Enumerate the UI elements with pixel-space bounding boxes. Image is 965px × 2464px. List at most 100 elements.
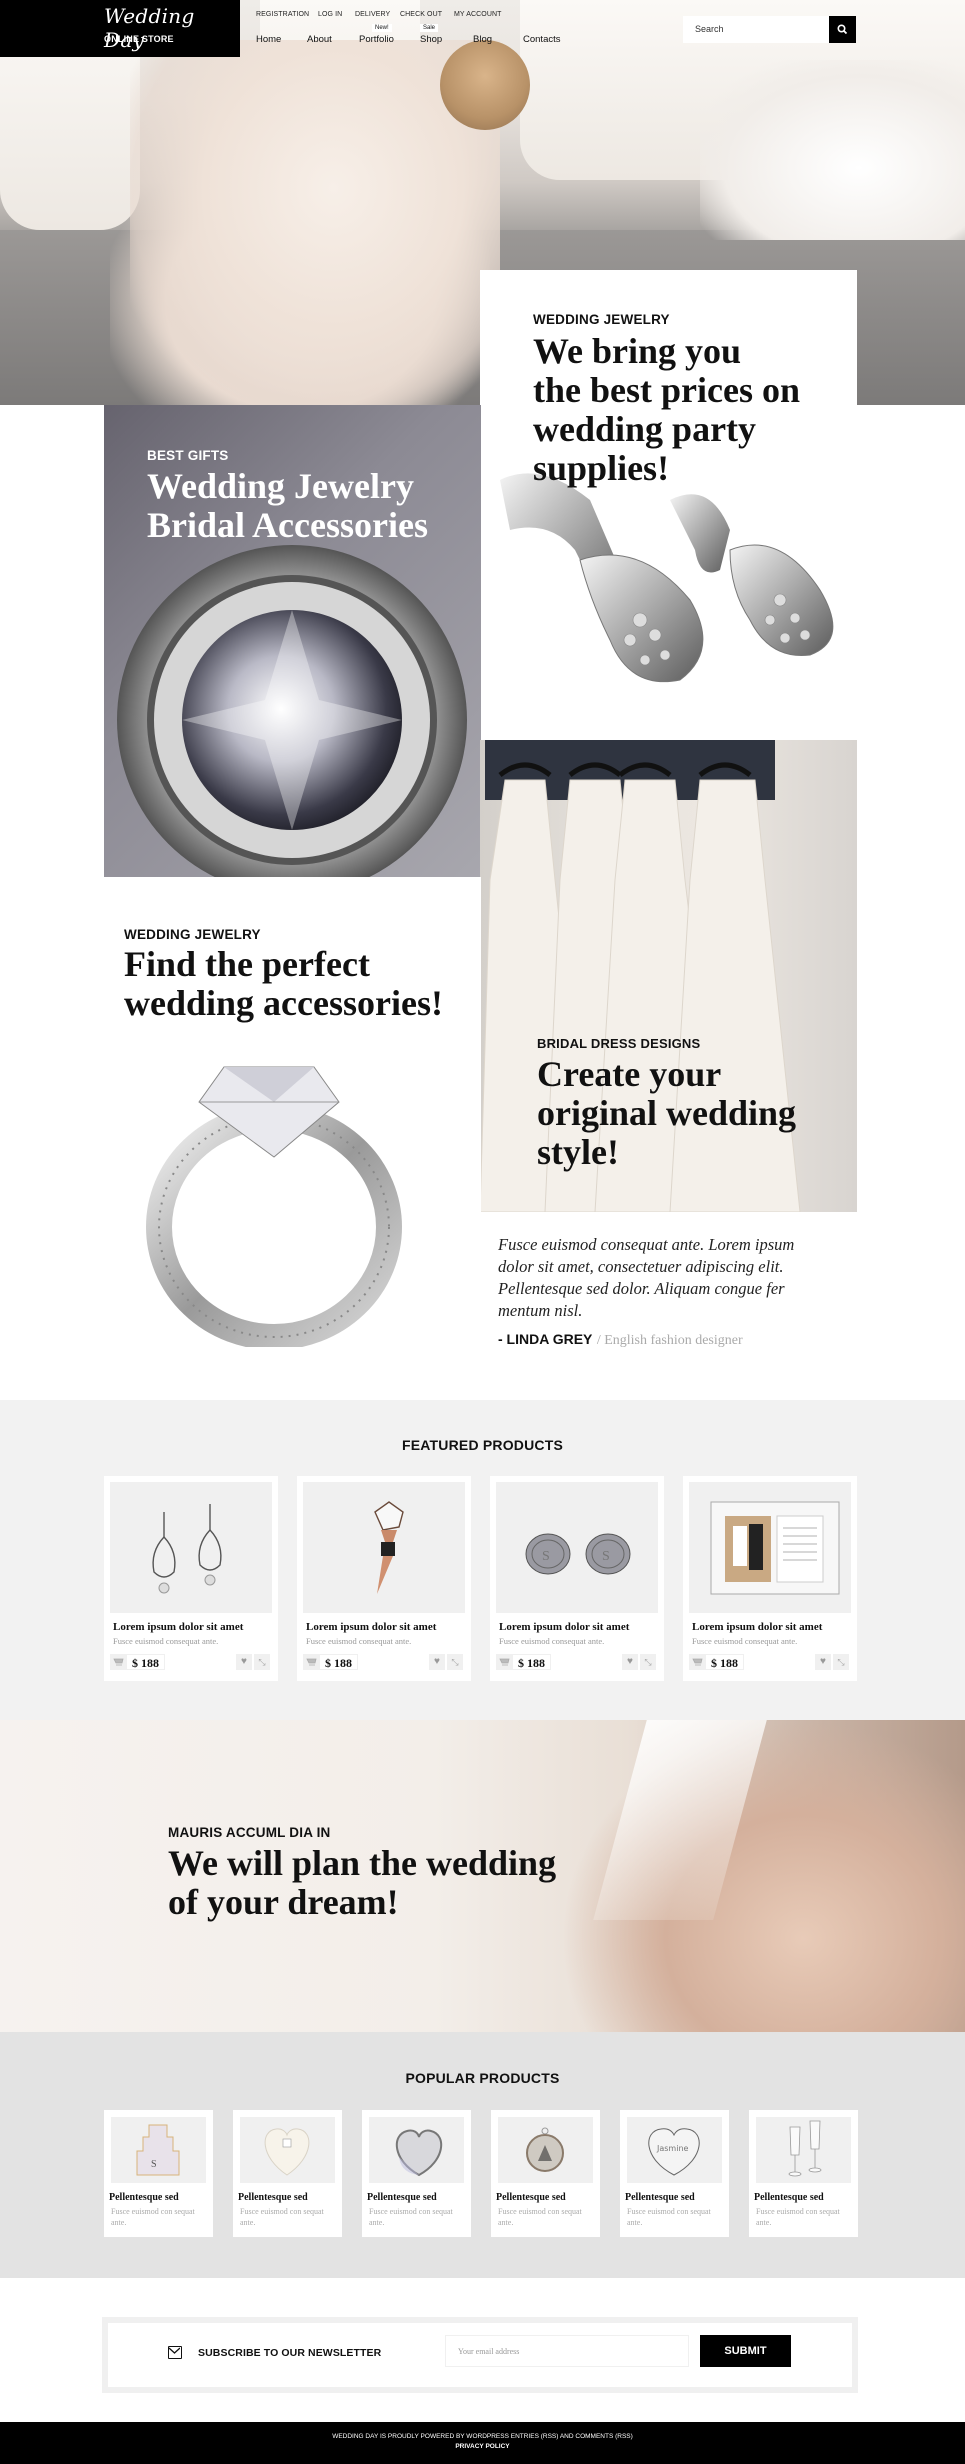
product-image-cake-cookie[interactable]: S xyxy=(111,2117,206,2183)
photo-frame-icon xyxy=(710,1501,840,1595)
compare-icon: ⤡ xyxy=(644,1657,652,1667)
product-title[interactable]: Lorem ipsum dolor sit amet xyxy=(113,1621,243,1633)
wishlist-button[interactable]: ♥ xyxy=(429,1654,445,1670)
logo-subtitle: ONLINE STORE xyxy=(104,34,174,44)
add-to-cart-button[interactable] xyxy=(689,1654,705,1670)
footer-credit[interactable]: WEDDING DAY IS PROUDLY POWERED BY WORDPR… xyxy=(0,2422,965,2440)
title-line: wedding party xyxy=(533,409,757,449)
popular-product-card[interactable]: S Pellentesque sed Fusce euismod con seq… xyxy=(104,2110,213,2237)
product-title[interactable]: Lorem ipsum dolor sit amet xyxy=(499,1621,629,1633)
compare-button[interactable]: ⤡ xyxy=(254,1654,270,1670)
pendant-icon xyxy=(526,2127,564,2172)
wedding-planning-banner: MAURIS ACCUML DIA IN We will plan the we… xyxy=(0,1720,965,2032)
product-title[interactable]: Pellentesque sed xyxy=(109,2192,179,2203)
product-title[interactable]: Pellentesque sed xyxy=(238,2192,308,2203)
product-image-heart-dish[interactable] xyxy=(240,2117,335,2183)
banner-title: We will plan the wedding of your dream! xyxy=(168,1844,556,1922)
title-line: original wedding xyxy=(537,1093,797,1133)
nav-shop[interactable]: Shop xyxy=(420,34,442,45)
popular-product-card[interactable]: Pellentesque sed Fusce euismod con sequa… xyxy=(362,2110,471,2237)
compare-icon: ⤡ xyxy=(258,1657,266,1667)
add-to-cart-button[interactable] xyxy=(303,1654,319,1670)
product-desc: Fusce euismod consequat ante. xyxy=(499,1636,605,1646)
product-image-bottle-stopper[interactable] xyxy=(303,1482,465,1613)
engagement-ring-image xyxy=(146,1066,402,1347)
bride-head xyxy=(440,40,530,130)
popular-product-card[interactable]: Pellentesque sed Fusce euismod con sequa… xyxy=(749,2110,858,2237)
nav-about[interactable]: About xyxy=(307,34,332,45)
section-title: POPULAR PRODUCTS xyxy=(405,2070,560,2086)
earrings-icon xyxy=(152,1504,222,1594)
compare-button[interactable]: ⤡ xyxy=(447,1654,463,1670)
testimonial-role: / English fashion designer xyxy=(596,1333,743,1348)
testimonial-attribution: - LINDA GREY / English fashion designer xyxy=(498,1331,743,1349)
product-image-champagne-flutes[interactable] xyxy=(756,2117,851,2183)
product-desc: Fusce euismod con sequat ante. xyxy=(240,2207,324,2227)
heart-icon: ♥ xyxy=(434,1656,440,1667)
top-link-login[interactable]: LOG IN xyxy=(318,11,342,18)
top-link-registration[interactable]: REGISTRATION xyxy=(256,11,309,18)
quote-line: Fusce euismod consequat ante. Lorem ipsu… xyxy=(498,1235,795,1254)
logo-script-text: Wedding Day xyxy=(104,4,195,52)
product-image-heart-tag[interactable]: Jasmine xyxy=(627,2117,722,2183)
product-title[interactable]: Pellentesque sed xyxy=(625,2192,695,2203)
search-input[interactable]: Search xyxy=(683,16,829,43)
product-image-cufflinks[interactable]: SS xyxy=(496,1482,658,1613)
product-card[interactable]: Lorem ipsum dolor sit amet Fusce euismod… xyxy=(297,1476,471,1681)
popular-product-card[interactable]: Jasmine Pellentesque sed Fusce euismod c… xyxy=(620,2110,729,2237)
promo-title: Find the perfect wedding accessories! xyxy=(124,945,443,1023)
diamond-ring-image xyxy=(117,545,467,877)
product-image-pendant[interactable] xyxy=(498,2117,593,2183)
nav-portfolio[interactable]: Portfolio xyxy=(359,34,394,45)
popular-product-card[interactable]: Pellentesque sed Fusce euismod con sequa… xyxy=(491,2110,600,2237)
product-card[interactable]: Lorem ipsum dolor sit amet Fusce euismod… xyxy=(104,1476,278,1681)
product-desc: Fusce euismod consequat ante. xyxy=(692,1636,798,1646)
promo-find-accessories[interactable]: WEDDING JEWELRY Find the perfect wedding… xyxy=(104,877,481,1347)
cart-icon xyxy=(306,1658,317,1666)
product-title[interactable]: Pellentesque sed xyxy=(754,2192,824,2203)
product-title[interactable]: Lorem ipsum dolor sit amet xyxy=(306,1621,436,1633)
product-image-earrings[interactable] xyxy=(110,1482,272,1613)
nav-contacts[interactable]: Contacts xyxy=(523,34,561,45)
wishlist-button[interactable]: ♥ xyxy=(815,1654,831,1670)
wishlist-button[interactable]: ♥ xyxy=(622,1654,638,1670)
compare-button[interactable]: ⤡ xyxy=(833,1654,849,1670)
promo-best-prices[interactable]: WEDDING JEWELRY We bring you the best pr… xyxy=(480,270,857,740)
wishlist-button[interactable]: ♥ xyxy=(236,1654,252,1670)
add-to-cart-button[interactable] xyxy=(496,1654,512,1670)
popular-product-card[interactable]: Pellentesque sed Fusce euismod con sequa… xyxy=(233,2110,342,2237)
search-button[interactable] xyxy=(829,16,856,43)
top-link-checkout[interactable]: CHECK OUT xyxy=(400,11,442,18)
heart-tag-icon: Jasmine xyxy=(648,2128,700,2176)
gown-pile xyxy=(700,60,965,240)
product-title[interactable]: Pellentesque sed xyxy=(367,2192,437,2203)
title-line: style! xyxy=(537,1132,619,1172)
privacy-policy-link[interactable]: PRIVACY POLICY xyxy=(0,2440,965,2450)
promo-title: Create your original wedding style! xyxy=(537,1055,796,1172)
title-line: supplies! xyxy=(533,448,670,488)
product-title[interactable]: Pellentesque sed xyxy=(496,2192,566,2203)
promo-bridal-dress[interactable]: BRIDAL DRESS DESIGNS Create your origina… xyxy=(480,740,857,1212)
product-desc: Fusce euismod consequat ante. xyxy=(113,1636,219,1646)
newsletter-label: SUBSCRIBE TO OUR NEWSLETTER xyxy=(198,2347,382,2359)
product-title[interactable]: Lorem ipsum dolor sit amet xyxy=(692,1621,822,1633)
product-card[interactable]: SS Lorem ipsum dolor sit amet Fusce euis… xyxy=(490,1476,664,1681)
product-image-photo-frame[interactable] xyxy=(689,1482,851,1613)
nav-home[interactable]: Home xyxy=(256,34,281,45)
logo[interactable]: Wedding Day ONLINE STORE xyxy=(0,0,240,57)
top-link-my-account[interactable]: MY ACCOUNT xyxy=(454,11,502,18)
title-line: We will plan the wedding xyxy=(168,1843,557,1883)
promo-best-gifts[interactable]: BEST GIFTS Wedding Jewelry Bridal Access… xyxy=(104,405,481,877)
compare-button[interactable]: ⤡ xyxy=(640,1654,656,1670)
promo-title: We bring you the best prices on wedding … xyxy=(533,332,800,488)
heart-icon: ♥ xyxy=(820,1656,826,1667)
product-card[interactable]: Lorem ipsum dolor sit amet Fusce euismod… xyxy=(683,1476,857,1681)
product-desc: Fusce euismod con sequat ante. xyxy=(498,2207,582,2227)
product-image-heart-compact[interactable] xyxy=(369,2117,464,2183)
nav-blog[interactable]: Blog xyxy=(473,34,492,45)
email-input[interactable]: Your email address xyxy=(445,2335,689,2367)
add-to-cart-button[interactable] xyxy=(110,1654,126,1670)
submit-button[interactable]: SUBMIT xyxy=(700,2335,791,2367)
cufflinks-icon: SS xyxy=(525,1533,631,1575)
top-link-delivery[interactable]: DELIVERY xyxy=(355,11,390,18)
